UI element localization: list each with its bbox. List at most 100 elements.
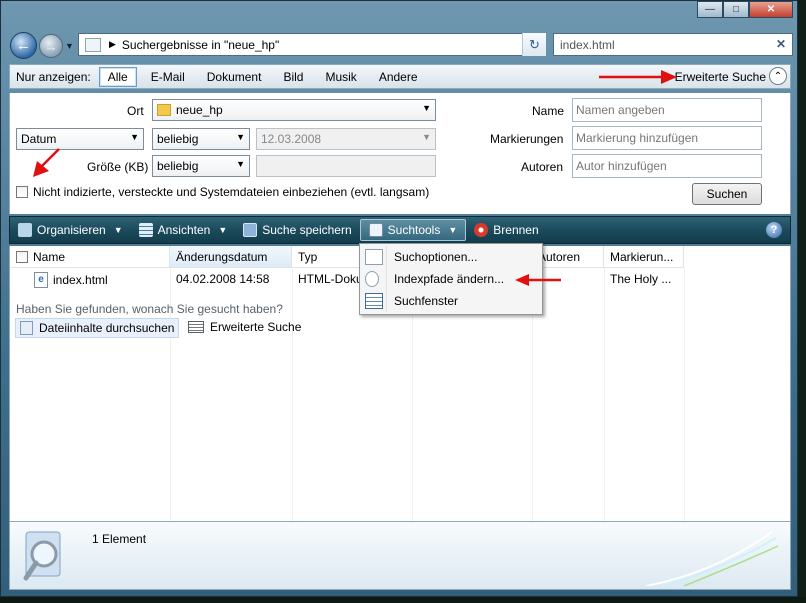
search-button[interactable]: Suchen (692, 183, 762, 205)
date-value: 12.03.2008 (261, 132, 322, 146)
search-file-contents-label: Dateiinhalte durchsuchen (39, 321, 175, 335)
row-name: index.html (53, 273, 108, 287)
filter-document[interactable]: Dokument (199, 68, 270, 86)
advanced-search-link-label: Erweiterte Suche (210, 320, 302, 334)
filter-music[interactable]: Musik (317, 68, 364, 86)
address-bar[interactable]: ▶ Suchergebnisse in "neue_hp" ▼ (78, 33, 546, 56)
location-value: neue_hp (176, 103, 223, 117)
search-file-contents-link[interactable]: Dateiinhalte durchsuchen (15, 318, 180, 338)
minimize-button[interactable]: — (697, 1, 723, 18)
command-toolbar: Organisieren ▼ Ansichten ▼ Suche speiche… (9, 216, 791, 244)
column-divider (604, 268, 605, 521)
column-tags-label: Markierun... (610, 249, 674, 264)
chevron-down-icon: ▼ (113, 225, 123, 235)
column-divider (292, 268, 293, 521)
organize-label: Organisieren (37, 223, 106, 237)
recent-pages-dropdown[interactable]: ▼ (65, 41, 74, 51)
refresh-button[interactable]: ↻ (522, 33, 546, 56)
address-text: Suchergebnisse in "neue_hp" (121, 37, 280, 52)
size-value-field[interactable] (256, 155, 436, 177)
maximize-button[interactable]: □ (723, 1, 749, 18)
search-tools-button[interactable]: Suchtools ▼ (359, 219, 467, 241)
item-count: 1 Element (92, 532, 147, 546)
search-options-icon (365, 249, 383, 265)
filter-all[interactable]: Alle (98, 66, 137, 87)
save-icon (243, 223, 258, 237)
html-file-icon: e (34, 272, 48, 288)
clear-search-icon[interactable]: ✕ (776, 37, 786, 51)
advanced-search-icon (188, 321, 204, 333)
burn-label: Brennen (493, 223, 539, 237)
chevron-down-icon: ▼ (422, 103, 431, 113)
authors-field[interactable]: Autor hinzufügen (572, 154, 762, 178)
chevron-down-icon: ▼ (236, 159, 245, 169)
chevron-down-icon: ▼ (422, 132, 431, 142)
views-button[interactable]: Ansichten ▼ (131, 219, 236, 241)
collapse-chevron-icon[interactable]: ⌃ (769, 67, 787, 85)
advanced-search-toggle-label[interactable]: Erweiterte Suche (675, 70, 766, 84)
name-field[interactable]: Namen angeben (572, 98, 762, 122)
tags-label: Markierungen (490, 132, 564, 146)
search-box[interactable]: index.html ✕ (553, 33, 793, 56)
column-type-label: Typ (298, 249, 318, 264)
help-icon[interactable]: ? (766, 222, 782, 238)
save-search-label: Suche speichern (262, 223, 352, 237)
filter-other[interactable]: Andere (371, 68, 426, 86)
desktop-edge (0, 597, 806, 603)
tags-field[interactable]: Markierung hinzufügen (572, 126, 762, 150)
column-name-label: Name (33, 249, 66, 264)
date-condition-combo[interactable]: beliebig ▼ (152, 128, 250, 150)
views-label: Ansichten (157, 223, 211, 237)
search-results-icon (85, 37, 101, 52)
filter-image[interactable]: Bild (275, 68, 311, 86)
annotation-arrow (515, 274, 561, 286)
include-nonindexed-row[interactable]: Nicht indizierte, versteckte und Systemd… (16, 185, 429, 199)
date-value-picker[interactable]: 12.03.2008 ▼ (256, 128, 436, 150)
select-all-checkbox[interactable] (16, 250, 28, 263)
row-name-cell: e index.html (34, 272, 108, 288)
forward-button[interactable]: → (39, 34, 63, 58)
views-icon (138, 223, 153, 237)
menu-item-label: Indexpfade ändern... (394, 272, 505, 286)
desktop-edge (798, 0, 806, 603)
burn-button[interactable]: Brennen (466, 219, 546, 241)
column-header-name[interactable]: Name (10, 246, 170, 268)
row-date: 04.02.2008 14:58 (176, 272, 270, 286)
search-input[interactable]: index.html (560, 38, 615, 52)
size-condition-combo[interactable]: beliebig ▼ (152, 155, 250, 177)
folder-icon (157, 104, 171, 116)
organize-icon (18, 223, 32, 237)
chevron-down-icon: ▼ (236, 132, 245, 142)
annotation-arrow (33, 148, 60, 177)
menu-item-search-options[interactable]: Suchoptionen... (362, 246, 540, 268)
save-search-button[interactable]: Suche speichern (235, 219, 359, 241)
annotation-arrow (599, 70, 677, 84)
column-header-date[interactable]: Änderungsdatum (170, 246, 292, 268)
search-tools-icon (368, 223, 383, 237)
organize-button[interactable]: Organisieren ▼ (10, 219, 131, 241)
back-button[interactable]: ← (10, 32, 37, 59)
filter-label: Nur anzeigen: (16, 69, 91, 84)
size-label: Größe (KB) (87, 160, 149, 174)
filter-email[interactable]: E-Mail (143, 68, 193, 86)
breadcrumb-chevron-icon[interactable]: ▶ (109, 39, 116, 50)
chevron-down-icon: ▼ (448, 225, 458, 235)
search-pane-icon (365, 293, 383, 309)
location-combo[interactable]: neue_hp ▼ (152, 99, 436, 121)
include-nonindexed-checkbox[interactable] (16, 186, 28, 198)
name-label: Name (532, 104, 565, 118)
column-header-tags[interactable]: Markierun... (604, 246, 684, 268)
advanced-search-link[interactable]: Erweiterte Suche (184, 318, 305, 336)
size-condition-value: beliebig (157, 159, 199, 173)
explorer-window: — □ ✕ ← → ▼ ▶ Suchergebnisse in "neue_hp… (0, 0, 798, 597)
search-hint: Haben Sie gefunden, wonach Sie gesucht h… (16, 302, 283, 316)
search-magnifier-icon (23, 531, 61, 581)
chevron-down-icon: ▼ (218, 225, 228, 235)
burn-disc-icon (474, 223, 489, 237)
column-date-label: Änderungsdatum (176, 249, 268, 264)
menu-item-search-pane[interactable]: Suchfenster (362, 290, 540, 312)
authors-label: Autoren (521, 160, 564, 174)
decorative-swoosh (645, 531, 779, 586)
close-button[interactable]: ✕ (749, 1, 793, 18)
row-tags: The Holy ... (610, 272, 672, 286)
